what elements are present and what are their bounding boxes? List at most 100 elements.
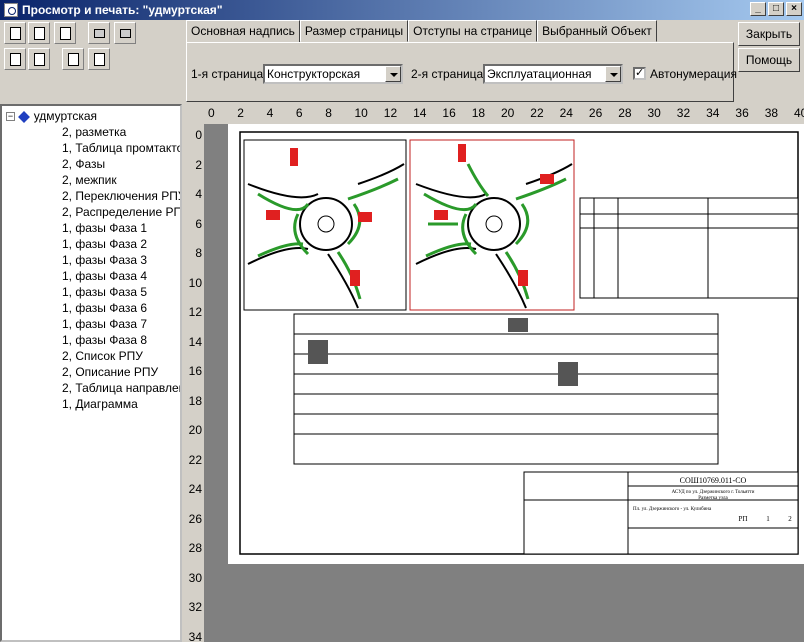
preview-area[interactable]: СОШ10769.011-СО АСУД по ул. Дзержинского… <box>204 124 804 642</box>
stamp-title: АСУД по ул. Дзержинского г. Тольятти <box>672 490 755 495</box>
ruler-h-label: 18 <box>471 106 486 120</box>
ruler-h-label: 8 <box>325 106 332 120</box>
tree-item[interactable]: 2, Описание РПУ <box>62 364 158 380</box>
stamp-sheets: 2 <box>788 515 792 523</box>
ruler-h-label: 12 <box>383 106 398 120</box>
tree-item[interactable]: 1, Таблица промтактов <box>62 140 180 156</box>
chevron-down-icon[interactable] <box>605 66 621 82</box>
ruler-h-label: 10 <box>354 106 368 120</box>
tree-item[interactable]: 2, Распределение РПУ <box>62 204 180 220</box>
minimize-button[interactable]: _ <box>750 2 766 16</box>
tab-strip: Основная надпись Размер страницы Отступы… <box>186 20 657 43</box>
tree-view[interactable]: − удмуртская 2, разметка 1, Таблица промт… <box>0 104 182 642</box>
chevron-down-icon[interactable] <box>385 66 401 82</box>
tree-item[interactable]: 1, фазы Фаза 5 <box>62 284 147 300</box>
ruler-h-label: 30 <box>647 106 661 120</box>
view-lines-button[interactable] <box>28 22 50 44</box>
maximize-button[interactable]: □ <box>768 2 784 16</box>
printer-setup-icon <box>120 29 131 38</box>
tree-root[interactable]: − удмуртская <box>6 108 97 124</box>
stamp-sub: Разметка узла <box>698 496 728 501</box>
tree-item[interactable]: 1, фазы Фаза 2 <box>62 236 147 252</box>
toolbar <box>0 20 184 104</box>
ruler-v-label: 18 <box>188 393 202 408</box>
tab-page-size[interactable]: Размер страницы <box>299 20 409 42</box>
tab-panel: 1-я страница: Конструкторская 2-я страни… <box>186 42 737 102</box>
tree-item[interactable]: 1, фазы Фаза 3 <box>62 252 147 268</box>
ruler-v-label: 22 <box>188 452 202 467</box>
app-icon <box>4 3 18 17</box>
tree-item[interactable]: 1, фазы Фаза 6 <box>62 300 147 316</box>
ruler-v-label: 34 <box>188 629 202 642</box>
title-bar: Просмотр и печать: "удмуртская" _ □ × <box>0 0 804 20</box>
tab-selected-object[interactable]: Выбранный Объект <box>537 20 657 42</box>
tree-item[interactable]: 2, разметка <box>62 124 126 140</box>
ruler-vertical: 0 2 4 6 8 10 12 14 16 18 20 22 24 26 28 30 32 34 <box>182 124 204 642</box>
tree-item[interactable]: 2, Список РПУ <box>62 348 143 364</box>
arrange-button[interactable] <box>88 48 110 70</box>
ruler-corner <box>182 104 204 124</box>
save-button[interactable] <box>28 48 50 70</box>
ruler-v-label: 28 <box>188 541 202 555</box>
tree-item[interactable]: 1, фазы Фаза 7 <box>62 316 147 332</box>
view-page-button[interactable] <box>4 22 26 44</box>
edit-button[interactable] <box>4 48 26 70</box>
tree-item[interactable]: 1, Диаграмма <box>62 396 138 412</box>
page2-value: Эксплуатационная <box>487 67 592 81</box>
page2-select[interactable]: Эксплуатационная <box>483 64 623 84</box>
close-button[interactable]: Закрыть <box>738 22 800 46</box>
autonum-checkbox[interactable]: ✓ <box>633 67 646 80</box>
view-table-button[interactable] <box>54 22 76 44</box>
stamp-sheet: 1 <box>766 515 770 523</box>
layout-button[interactable] <box>62 48 84 70</box>
ruler-v-label: 8 <box>195 246 202 260</box>
tree-item[interactable]: 1, фазы Фаза 1 <box>62 220 147 236</box>
ruler-h-label: 20 <box>501 106 515 120</box>
ruler-v-label: 32 <box>188 600 202 614</box>
ruler-h-label: 28 <box>618 106 632 120</box>
ruler-h-label: 34 <box>706 106 720 120</box>
close-window-button[interactable]: × <box>786 2 802 16</box>
ruler-h-label: 38 <box>764 106 779 120</box>
page1-value: Конструкторская <box>267 67 361 81</box>
printer-icon <box>94 29 105 38</box>
tab-main-inscription[interactable]: Основная надпись <box>186 20 300 43</box>
help-button[interactable]: Помощь <box>738 48 800 72</box>
tree-item[interactable]: 2, Переключения РПУ <box>62 188 180 204</box>
ruler-h-label: 36 <box>735 106 749 120</box>
tab-page-margins[interactable]: Отступы на странице <box>408 20 538 42</box>
ruler-h-label: 2 <box>237 106 244 120</box>
project-icon <box>18 110 31 123</box>
data-table <box>579 197 799 299</box>
page1-select[interactable]: Конструкторская <box>263 64 403 84</box>
tree-item[interactable]: 2, Таблица направлени <box>62 380 180 396</box>
ruler-v-label: 26 <box>188 511 202 526</box>
ruler-v-label: 10 <box>188 275 202 290</box>
ruler-h-label: 16 <box>442 106 456 120</box>
intersection-2 <box>409 139 575 311</box>
intersection-1 <box>243 139 407 311</box>
print-button[interactable] <box>88 22 110 44</box>
edit-icon <box>10 53 21 66</box>
tree-item[interactable]: 1, фазы Фаза 8 <box>62 332 147 348</box>
tree-item[interactable]: 1, фазы Фаза 4 <box>62 268 147 284</box>
page1-label: 1-я страница: <box>191 67 267 81</box>
ruler-v-label: 20 <box>188 423 202 437</box>
stamp-code: СОШ10769.011-СО <box>680 476 747 485</box>
ruler-v-label: 2 <box>195 157 202 172</box>
ruler-v-label: 14 <box>188 334 202 349</box>
ruler-v-label: 24 <box>188 482 202 496</box>
tree-item[interactable]: 2, межпик <box>62 172 117 188</box>
ruler-v-label: 6 <box>195 216 202 231</box>
stamp-place: Пл. ул. Дзержинского - ул. Кулибина <box>633 507 712 512</box>
drawing: СОШ10769.011-СО АСУД по ул. Дзержинского… <box>239 131 799 555</box>
autonum-label: Автонумерация <box>650 67 737 81</box>
tree-item[interactable]: 2, Фазы <box>62 156 105 172</box>
layout-icon <box>68 53 79 66</box>
ruler-v-label: 30 <box>188 570 202 585</box>
stamp-block: СОШ10769.011-СО АСУД по ул. Дзержинского… <box>523 471 799 555</box>
page-sheet: СОШ10769.011-СО АСУД по ул. Дзержинского… <box>228 124 804 564</box>
print-setup-button[interactable] <box>114 22 136 44</box>
ruler-horizontal: 0246810121416182022242628303234363840 <box>204 104 804 124</box>
collapse-icon[interactable]: − <box>6 112 15 122</box>
